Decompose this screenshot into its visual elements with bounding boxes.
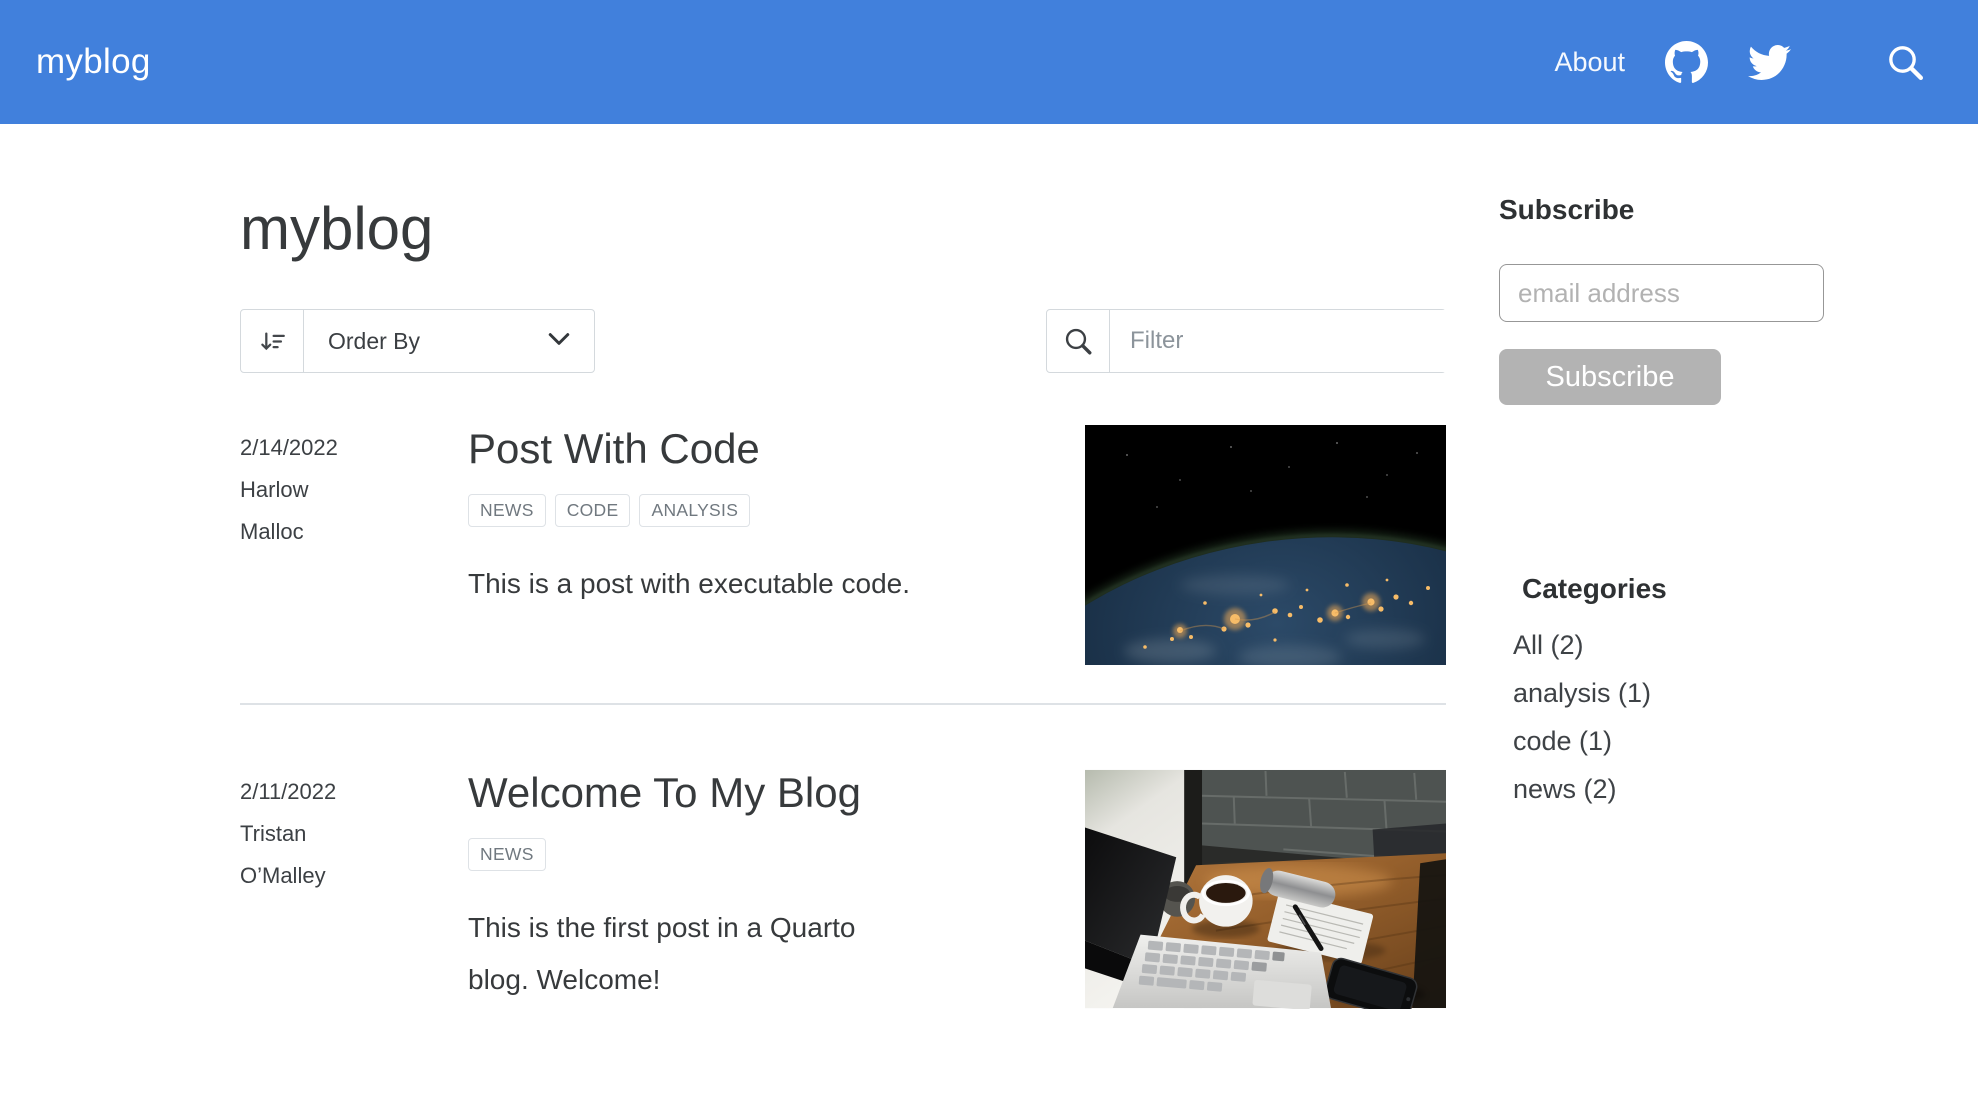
navbar-brand[interactable]: myblog	[36, 42, 151, 82]
page-title: myblog	[240, 195, 434, 262]
order-by-dropdown[interactable]: Order By	[240, 309, 595, 373]
post-author: Harlow Malloc	[240, 477, 309, 544]
twitter-icon[interactable]	[1748, 41, 1791, 84]
post-tags: NEWS	[468, 838, 1061, 872]
github-icon[interactable]	[1665, 40, 1708, 84]
post-date: 2/11/2022	[240, 779, 337, 804]
post-thumbnail-earth[interactable]	[1085, 425, 1446, 665]
tag-news[interactable]: NEWS	[468, 494, 546, 528]
chevron-down-icon	[544, 324, 574, 359]
order-by-label: Order By	[328, 327, 421, 354]
post-thumbnail-desk[interactable]	[1085, 769, 1446, 1009]
post-author: Tristan O’Malley	[240, 821, 326, 888]
search-icon	[1047, 310, 1110, 372]
post-tags: NEWS CODE ANALYSIS	[468, 494, 1061, 528]
categories-section: Categories All (2) analysis (1) code (1)…	[1513, 573, 1838, 803]
post-title[interactable]: Welcome To My Blog	[468, 769, 1061, 817]
category-code[interactable]: code (1)	[1513, 727, 1838, 755]
category-analysis[interactable]: analysis (1)	[1513, 679, 1838, 707]
post-item: 2/11/2022 Tristan O’Malley Welcome To My…	[240, 769, 1446, 1009]
post-description: This is the first post in a Quarto blog.…	[468, 912, 856, 996]
category-all[interactable]: All (2)	[1513, 631, 1838, 659]
filter-input[interactable]	[1110, 310, 1460, 372]
post-item: 2/14/2022 Harlow Malloc Post With Code N…	[240, 425, 1446, 665]
subscribe-heading: Subscribe	[1499, 194, 1635, 225]
post-description: This is a post with executable code.	[468, 568, 911, 600]
page-content: myblog Order By Filter 2/14/2022 Harlow …	[0, 124, 1978, 1009]
sort-descending-icon	[241, 310, 304, 372]
right-sidebar: Subscribe Subscribe Categories All (2) a…	[1499, 194, 1838, 1009]
tag-code[interactable]: CODE	[554, 494, 631, 528]
subscribe-section: Subscribe Subscribe	[1499, 194, 1838, 405]
listing-main: myblog Order By Filter 2/14/2022 Harlow …	[240, 194, 1460, 1009]
order-by-current: Order By	[304, 310, 594, 372]
tag-news[interactable]: NEWS	[468, 838, 546, 872]
email-field[interactable]	[1499, 264, 1824, 322]
filter-box	[1046, 309, 1460, 373]
categories-heading: Categories	[1522, 573, 1667, 604]
tag-analysis[interactable]: ANALYSIS	[639, 494, 751, 528]
post-title[interactable]: Post With Code	[468, 425, 1061, 473]
nav-link-about[interactable]: About	[1554, 47, 1625, 78]
category-news[interactable]: news (2)	[1513, 775, 1838, 803]
search-icon[interactable]	[1883, 41, 1926, 84]
post-divider	[240, 703, 1446, 705]
post-body: Post With Code NEWS CODE ANALYSIS This i…	[468, 425, 1085, 610]
post-meta: 2/11/2022 Tristan O’Malley	[240, 769, 468, 897]
post-body: Welcome To My Blog NEWS This is the firs…	[468, 769, 1085, 1006]
subscribe-button[interactable]: Subscribe	[1499, 349, 1721, 405]
listing-controls: Order By	[240, 309, 1460, 373]
navbar-right: About	[1554, 40, 1926, 84]
top-navbar: myblog About	[0, 0, 1978, 124]
post-meta: 2/14/2022 Harlow Malloc	[240, 425, 468, 553]
post-date: 2/14/2022	[240, 435, 338, 460]
